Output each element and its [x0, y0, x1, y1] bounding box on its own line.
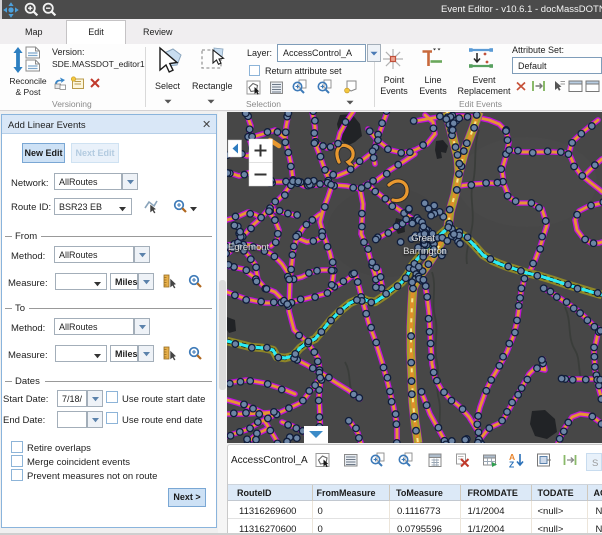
svg-text:Egremont: Egremont — [228, 242, 270, 253]
svg-text:Barrington: Barrington — [403, 246, 447, 257]
svg-text:Z: Z — [509, 460, 514, 469]
svg-text:Great: Great — [411, 233, 435, 244]
